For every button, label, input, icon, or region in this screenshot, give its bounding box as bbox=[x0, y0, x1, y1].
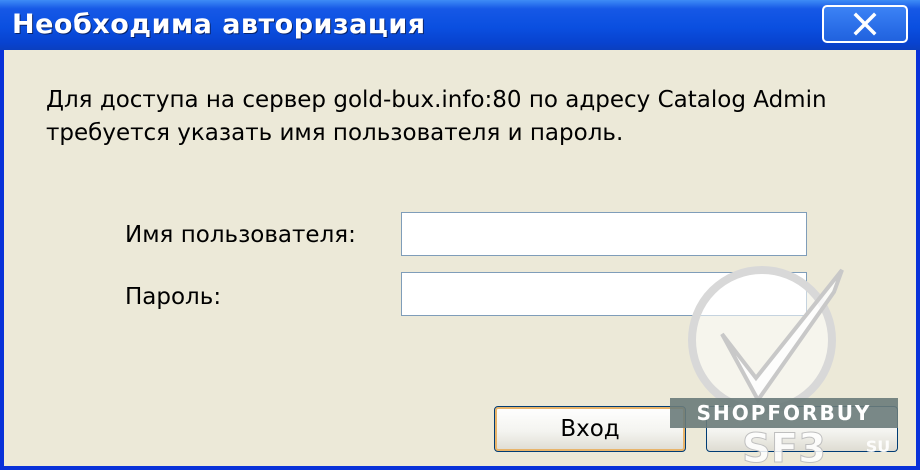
dialog-body: Для доступа на сервер gold-bux.info:80 п… bbox=[4, 50, 916, 466]
login-button[interactable]: Вход bbox=[494, 406, 686, 452]
cancel-button[interactable] bbox=[706, 406, 898, 452]
auth-message: Для доступа на сервер gold-bux.info:80 п… bbox=[46, 87, 827, 146]
username-input[interactable] bbox=[401, 212, 807, 256]
window-title: Необходима авторизация bbox=[12, 9, 426, 40]
password-label: Пароль: bbox=[125, 284, 222, 310]
password-input[interactable] bbox=[401, 272, 807, 316]
close-x-icon bbox=[853, 12, 877, 36]
auth-dialog: Необходима авторизация Для доступа на се… bbox=[0, 0, 920, 470]
username-label: Имя пользователя: bbox=[125, 222, 356, 248]
close-button[interactable] bbox=[822, 5, 908, 43]
title-bar[interactable]: Необходима авторизация bbox=[0, 0, 920, 50]
